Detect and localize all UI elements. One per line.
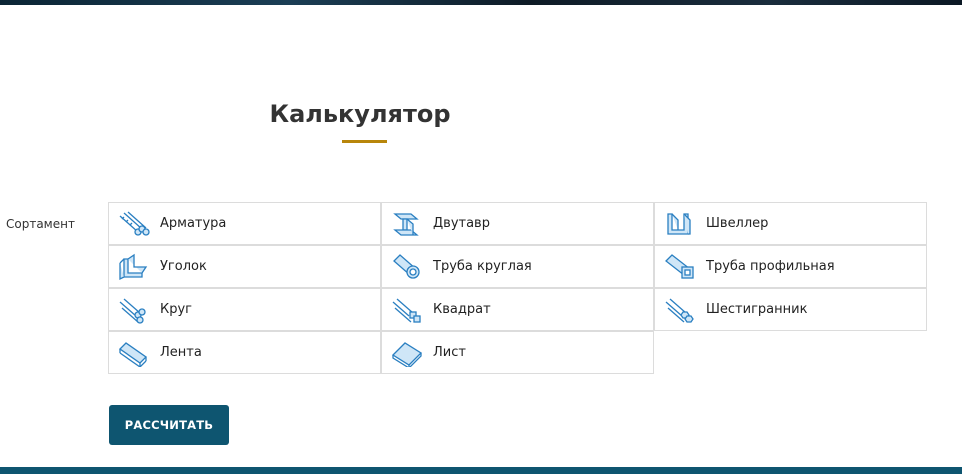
item-label: Уголок [160, 259, 207, 274]
item-hexagon-bar[interactable]: Шестигранник [654, 288, 927, 331]
calculate-button[interactable]: РАССЧИТАТЬ [109, 405, 229, 445]
profile-pipe-icon [665, 253, 694, 279]
item-label: Двутавр [433, 216, 490, 231]
item-label: Лента [160, 345, 202, 360]
page-title: Калькулятор [269, 100, 451, 128]
item-label: Труба круглая [433, 259, 532, 274]
round-pipe-icon [393, 253, 420, 279]
item-channel[interactable]: Швеллер [654, 202, 927, 245]
item-label: Арматура [160, 216, 227, 231]
i-beam-icon [393, 212, 419, 236]
angle-icon [119, 253, 148, 280]
title-underline [342, 140, 387, 143]
item-i-beam[interactable]: Двутавр [381, 202, 654, 245]
item-strip[interactable]: Лента [108, 331, 381, 374]
square-bar-icon [392, 298, 421, 323]
item-label: Круг [160, 302, 193, 317]
round-bar-icon [119, 298, 146, 324]
channel-icon [667, 212, 691, 235]
item-label: Лист [433, 345, 466, 360]
assortment-label: Сортамент [6, 217, 75, 231]
item-label: Швеллер [706, 216, 769, 231]
hexagon-bar-icon [665, 298, 694, 323]
item-angle[interactable]: Уголок [108, 245, 381, 288]
bottom-band [0, 467, 962, 474]
strip-icon [118, 341, 148, 367]
item-label: Труба профильная [706, 259, 835, 274]
item-label: Шестигранник [706, 302, 808, 317]
item-sheet[interactable]: Лист [381, 331, 654, 374]
rebar-icon [119, 211, 150, 236]
item-profile-pipe[interactable]: Труба профильная [654, 245, 927, 288]
sheet-icon [391, 341, 423, 367]
item-label: Квадрат [433, 302, 491, 317]
item-square-bar[interactable]: Квадрат [381, 288, 654, 331]
top-band [0, 0, 962, 5]
item-round-pipe[interactable]: Труба круглая [381, 245, 654, 288]
assortment-grid: Арматура Двутавр Швеллер Уголок Труба кр… [108, 202, 927, 375]
item-round-bar[interactable]: Круг [108, 288, 381, 331]
item-rebar[interactable]: Арматура [108, 202, 381, 245]
